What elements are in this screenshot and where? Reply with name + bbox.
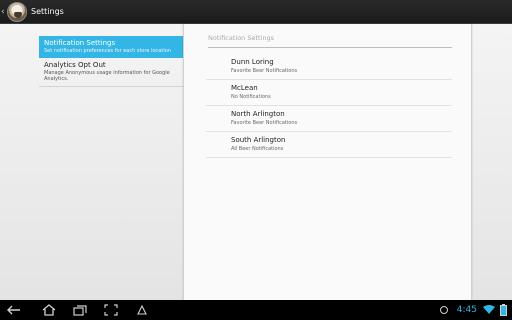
settings-content: Notification Settings Set notification p… [0, 24, 512, 300]
store-item-south-arlington[interactable]: South Arlington All Beer Notifications [206, 132, 452, 158]
recent-apps-icon[interactable] [72, 303, 88, 317]
store-title: Dunn Loring [231, 58, 274, 66]
preference-category-title: Notification Settings [208, 34, 452, 48]
store-summary: Favorite Beer Notifications [231, 120, 298, 126]
header-summary: Set notification preferences for each st… [44, 48, 171, 54]
store-item-north-arlington[interactable]: North Arlington Favorite Beer Notificati… [206, 106, 452, 132]
header-analytics-opt-out[interactable]: Analytics Opt Out Manage Anonymous usage… [39, 58, 183, 87]
up-button[interactable]: ‹ [0, 0, 27, 24]
back-icon[interactable] [6, 303, 22, 317]
home-icon[interactable] [41, 303, 57, 317]
menu-icon[interactable] [134, 303, 150, 317]
sync-icon [439, 306, 448, 314]
header-title: Analytics Opt Out [44, 61, 106, 69]
store-list: Dunn Loring Favorite Beer Notifications … [206, 54, 452, 158]
store-title: McLean [231, 84, 258, 92]
battery-icon [500, 304, 507, 316]
store-item-mclean[interactable]: McLean No Notifications [206, 80, 452, 106]
store-summary: Favorite Beer Notifications [231, 68, 298, 74]
store-summary: All Beer Notifications [231, 146, 284, 152]
header-title: Notification Settings [44, 39, 116, 47]
header-notification-settings[interactable]: Notification Settings Set notification p… [39, 36, 183, 58]
store-title: North Arlington [231, 110, 285, 118]
screenshot-icon[interactable] [103, 303, 119, 317]
store-item-dunn-loring[interactable]: Dunn Loring Favorite Beer Notifications [206, 54, 452, 80]
system-navigation-bar: 4:45 [0, 300, 512, 320]
settings-headers-list: Notification Settings Set notification p… [39, 36, 183, 87]
store-title: South Arlington [231, 136, 286, 144]
action-bar: ‹ Settings [0, 0, 512, 24]
header-summary: Manage Anonymous usage information for G… [44, 70, 170, 82]
app-logo-icon [7, 1, 27, 22]
clock: 4:45 [456, 305, 477, 315]
status-area: 4:45 [439, 300, 512, 320]
detail-pane: Notification Settings Dunn Loring Favori… [183, 24, 472, 300]
store-summary: No Notifications [231, 94, 271, 100]
wifi-icon [483, 305, 495, 314]
page-title: Settings [31, 7, 64, 16]
